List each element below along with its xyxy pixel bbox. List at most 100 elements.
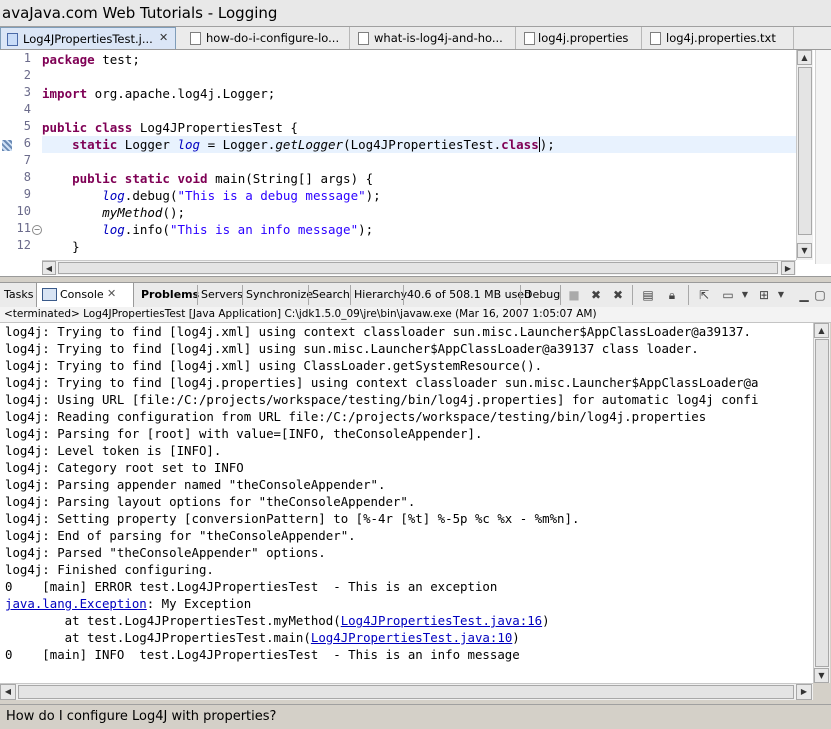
- line-number: 4: [23, 102, 31, 116]
- scroll-down-icon[interactable]: ▼: [814, 668, 829, 683]
- tab-what-is-log4j[interactable]: what-is-log4j-and-ho...: [352, 27, 516, 49]
- scroll-left-icon[interactable]: ◀: [0, 684, 16, 700]
- tab-label: what-is-log4j-and-ho...: [374, 31, 503, 45]
- editor-tab-bar: Log4JPropertiesTest.j... ✕ how-do-i-conf…: [0, 27, 831, 50]
- close-icon[interactable]: ✕: [107, 287, 116, 300]
- divider: [308, 285, 309, 305]
- tab-synchronize[interactable]: Synchronize: [246, 288, 313, 301]
- divider: [403, 285, 404, 305]
- console-line: log4j: Trying to find [log4j.xml] using …: [5, 324, 751, 339]
- exception-class-link[interactable]: java.lang.Exception: [5, 596, 147, 611]
- code-line: log.info("This is an info message");: [102, 222, 374, 237]
- line-number: 9: [23, 187, 31, 201]
- line-number-ruler: 1 2 3 4 5 6 7 8 9 10 11 12 −: [0, 50, 42, 264]
- text-file-icon: [190, 32, 201, 45]
- console-vertical-scrollbar[interactable]: ▲ ▼: [813, 323, 830, 683]
- editor-vertical-scrollbar[interactable]: ▲ ▼: [796, 50, 813, 260]
- tab-how-do-i-configure[interactable]: how-do-i-configure-lo...: [184, 27, 350, 49]
- console-line: log4j: Parsed "theConsoleAppender" optio…: [5, 545, 326, 560]
- status-text: How do I configure Log4J with properties…: [6, 709, 277, 724]
- tab-label: log4j.properties.txt: [666, 31, 776, 45]
- scroll-up-icon[interactable]: ▲: [814, 323, 829, 338]
- console-line: log4j: Category root set to INFO: [5, 460, 244, 475]
- tab-log4j-properties-txt[interactable]: log4j.properties.txt: [644, 27, 794, 49]
- code-line: static Logger log = Logger.getLogger(Log…: [72, 137, 555, 152]
- occurrence-marker-icon[interactable]: [2, 140, 12, 151]
- divider: [350, 285, 351, 305]
- console-line: 0 [main] INFO test.Log4JPropertiesTest -…: [5, 647, 520, 662]
- overview-ruler[interactable]: [815, 50, 831, 264]
- scroll-right-icon[interactable]: ▶: [781, 261, 795, 275]
- divider: [197, 285, 198, 305]
- console-line: log4j: Parsing for [root] with value=[IN…: [5, 426, 483, 441]
- tab-debug[interactable]: Debug: [524, 288, 560, 301]
- chevron-down-icon[interactable]: ▼: [773, 287, 789, 303]
- tab-search[interactable]: Search: [312, 288, 350, 301]
- tab-servers[interactable]: Servers: [201, 288, 243, 301]
- remove-all-terminated-icon[interactable]: ✖: [610, 287, 626, 303]
- scroll-left-icon[interactable]: ◀: [42, 261, 56, 275]
- divider: [242, 285, 243, 305]
- line-number: 2: [23, 68, 31, 82]
- console-line: log4j: Reading configuration from URL fi…: [5, 409, 707, 424]
- chevron-down-icon[interactable]: ▼: [737, 287, 753, 303]
- tab-log4jpropertiestest-java[interactable]: Log4JPropertiesTest.j... ✕: [0, 27, 176, 49]
- line-number: 1: [23, 51, 31, 65]
- minimize-icon[interactable]: ▁: [796, 287, 812, 303]
- console-line: log4j: Trying to find [log4j.xml] using …: [5, 341, 699, 356]
- window-title-bar: avaJava.com Web Tutorials - Logging: [0, 0, 831, 27]
- stack-frame-link[interactable]: Log4JPropertiesTest.java:10: [311, 630, 512, 645]
- scroll-thumb[interactable]: [815, 339, 829, 667]
- heap-status[interactable]: 40.6 of 508.1 MB used: [407, 288, 531, 301]
- window-title: avaJava.com Web Tutorials - Logging: [2, 4, 278, 22]
- scroll-down-icon[interactable]: ▼: [797, 243, 812, 258]
- pin-console-icon[interactable]: ⇱: [696, 287, 712, 303]
- scroll-thumb[interactable]: [798, 67, 812, 235]
- line-number: 10: [16, 204, 31, 218]
- line-number: 8: [23, 170, 31, 184]
- console-line: log4j: Finished configuring.: [5, 562, 214, 577]
- code-line: public static void main(String[] args) {: [72, 171, 374, 186]
- display-console-icon[interactable]: ▭: [720, 287, 736, 303]
- scroll-lock-icon[interactable]: 🔒︎: [664, 287, 680, 303]
- console-line: log4j: Using URL [file:/C:/projects/work…: [5, 392, 759, 407]
- scroll-thumb[interactable]: [58, 262, 778, 274]
- text-file-icon: [358, 32, 369, 45]
- code-line: }: [72, 239, 80, 254]
- terminate-icon[interactable]: ■: [566, 287, 582, 303]
- tab-tasks[interactable]: Tasks: [4, 288, 33, 301]
- console-line: log4j: End of parsing for "theConsoleApp…: [5, 528, 356, 543]
- console-line: log4j: Trying to find [log4j.properties]…: [5, 375, 759, 390]
- java-editor[interactable]: 1 2 3 4 5 6 7 8 9 10 11 12 − package tes…: [0, 50, 831, 277]
- code-area[interactable]: package test; import org.apache.log4j.Lo…: [42, 50, 796, 264]
- close-icon[interactable]: ✕: [159, 31, 168, 44]
- console-launch-description: <terminated> Log4JPropertiesTest [Java A…: [0, 307, 831, 323]
- tab-console[interactable]: Console ✕: [36, 283, 134, 307]
- console-output[interactable]: log4j: Trying to find [log4j.xml] using …: [0, 323, 813, 683]
- code-line: log.debug("This is a debug message");: [102, 188, 381, 203]
- line-number: 12: [16, 238, 31, 252]
- tab-problems[interactable]: Problems: [141, 288, 199, 301]
- clear-console-icon[interactable]: ▤: [640, 287, 656, 303]
- line-number: 5: [23, 119, 31, 133]
- console-horizontal-scrollbar[interactable]: ◀ ▶: [0, 683, 813, 700]
- tab-hierarchy[interactable]: Hierarchy: [354, 288, 407, 301]
- text-file-icon: [650, 32, 661, 45]
- stack-frame-link[interactable]: Log4JPropertiesTest.java:16: [341, 613, 542, 628]
- editor-horizontal-scrollbar[interactable]: ◀ ▶: [42, 260, 796, 275]
- console-line: log4j: Parsing layout options for "theCo…: [5, 494, 416, 509]
- java-file-icon: [7, 33, 18, 46]
- console-line: log4j: Parsing appender named "theConsol…: [5, 477, 386, 492]
- remove-launch-icon[interactable]: ✖: [588, 287, 604, 303]
- scroll-thumb[interactable]: [18, 685, 794, 699]
- divider: [520, 285, 521, 305]
- tab-log4j-properties[interactable]: log4j.properties: [518, 27, 642, 49]
- open-console-icon[interactable]: ⊞: [756, 287, 772, 303]
- console-line: log4j: Trying to find [log4j.xml] using …: [5, 358, 543, 373]
- fold-collapse-icon[interactable]: −: [32, 225, 42, 235]
- maximize-icon[interactable]: ▢: [812, 287, 828, 303]
- scroll-right-icon[interactable]: ▶: [796, 684, 812, 700]
- line-number: 3: [23, 85, 31, 99]
- scroll-up-icon[interactable]: ▲: [797, 50, 812, 65]
- code-line: myMethod();: [102, 205, 186, 220]
